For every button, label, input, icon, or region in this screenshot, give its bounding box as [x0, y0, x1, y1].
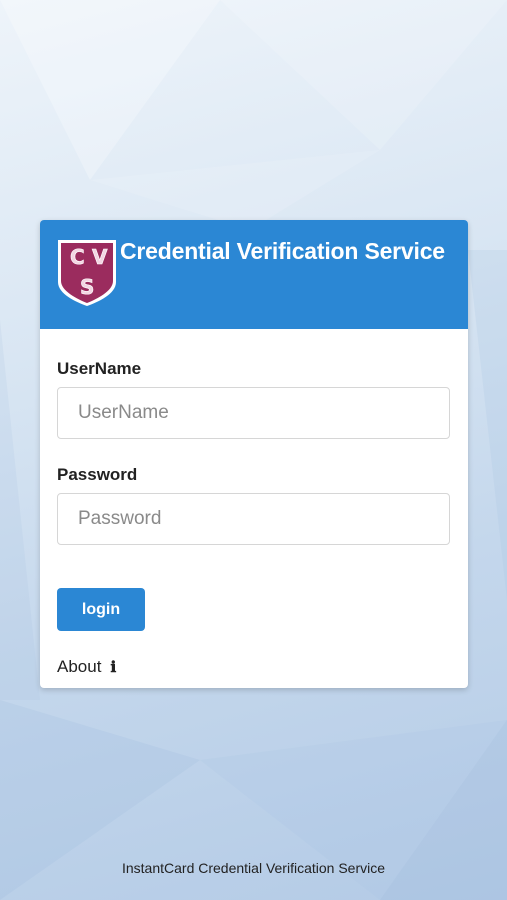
cvs-shield-logo: C V S [58, 240, 116, 306]
info-icon: ℹ [110, 658, 117, 676]
login-button[interactable]: login [57, 588, 145, 631]
password-label: Password [57, 465, 138, 484]
footer-text: InstantCard Credential Verification Serv… [121, 860, 386, 876]
password-input[interactable] [57, 493, 450, 545]
app-title: Credential Verification Service [120, 238, 445, 264]
card-header: C V S Credential Verification Service [40, 220, 468, 329]
about-label: About [57, 657, 102, 676]
logo-letter-v: V [92, 245, 108, 269]
username-label: UserName [57, 359, 142, 378]
username-input[interactable] [57, 387, 450, 439]
about-link[interactable]: About ℹ [57, 657, 451, 677]
logo-letter-c: C [70, 245, 85, 269]
login-card: C V S Credential Verification Service Us… [40, 220, 468, 688]
login-form: UserName Password login About ℹ [40, 329, 468, 677]
logo-letter-s: S [80, 275, 94, 299]
